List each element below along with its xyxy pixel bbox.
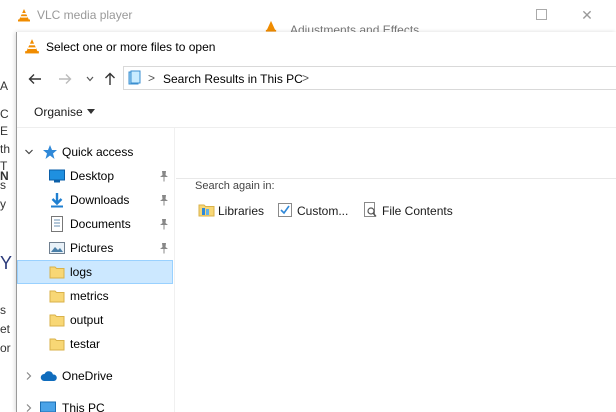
nav-item-metrics[interactable]: metrics [17,284,173,308]
arrow-left-icon [28,74,41,84]
pin-icon[interactable] [159,170,169,185]
address-separator[interactable]: > [148,71,155,85]
nav-item-label: output [70,313,104,327]
navigation-pane: Quick access Desktop Downloads Documents… [17,128,175,412]
nav-item-logs[interactable]: logs [17,260,173,284]
nav-item-label: Documents [70,217,131,231]
vlc-background-text-column: A C E th N T s y Y s et or [0,32,16,412]
documents-icon [49,216,65,235]
bg-text-fragment: s [0,303,6,317]
arrow-up-icon [105,72,115,85]
nav-item-label: Downloads [70,193,130,207]
bg-text-fragment: et [0,322,11,336]
custom-icon [277,202,293,221]
bg-text-fragment: s [0,178,6,192]
chevron-down-icon[interactable] [87,109,95,114]
nav-item-label: Desktop [70,169,115,183]
download-icon [49,192,65,211]
folder-icon [49,336,65,355]
bg-text-fragment: Y [0,253,13,273]
cloud-icon [40,368,58,387]
nav-item-label: metrics [70,289,109,303]
nav-item-label: This PC [62,401,105,412]
chevron-right-icon [26,404,32,412]
vlc-titlebar: VLC media player Adjustments and Effects… [0,0,616,37]
address-separator[interactable]: > [302,71,309,85]
bg-text-fragment: C [0,107,9,121]
forward-button[interactable] [56,70,74,88]
nav-item-label: Pictures [70,241,114,255]
folder-icon [49,312,65,331]
search-again-label: Search again in: [195,180,275,192]
bg-text-fragment: A [0,79,9,93]
dialog-titlebar: Select one or more files to open [17,32,616,62]
nav-item-testar[interactable]: testar [17,332,173,356]
nav-item-downloads[interactable]: Downloads [17,188,173,212]
open-file-dialog: Select one or more files to open > Searc… [16,32,616,412]
search-results-icon [127,70,143,89]
dialog-title: Select one or more files to open [46,40,216,54]
link-label: File Contents [382,204,453,218]
nav-item-label: Quick access [62,145,134,159]
computer-icon [40,400,56,412]
folder-icon [49,264,65,283]
chevron-down-icon [25,149,33,155]
nav-item-output[interactable]: output [17,308,173,332]
address-bar[interactable]: > Search Results in This PC > [123,66,616,90]
bg-text-fragment: T [0,159,8,173]
nav-item-label: testar [70,337,101,351]
nav-item-documents[interactable]: Documents [17,212,173,236]
chevron-down-icon [86,76,94,82]
folder-icon [49,288,65,307]
nav-item-label: logs [70,265,93,279]
pin-icon[interactable] [159,218,169,233]
nav-item-label: OneDrive [62,369,113,383]
vlc-cone-icon [24,38,40,57]
command-bar: Organise [17,96,616,128]
desktop-icon [49,168,65,187]
nav-item-quick-access[interactable]: Quick access [17,140,173,164]
nav-item-pictures[interactable]: Pictures [17,236,173,260]
libraries-icon [198,202,216,221]
results-pane: Search again in: Libraries Custom... Fil… [176,128,616,412]
divider [176,178,616,179]
bg-text-fragment: th [0,142,11,156]
nav-item-onedrive[interactable]: OneDrive [17,364,173,388]
maximize-button[interactable] [533,6,551,24]
nav-item-this-pc[interactable]: This PC [17,396,173,412]
pin-icon[interactable] [159,242,169,257]
up-button[interactable] [101,70,119,88]
bg-text-fragment: y [0,197,6,211]
bg-text-fragment: or [0,341,11,355]
pin-icon[interactable] [159,194,169,209]
back-button[interactable] [26,70,44,88]
file-contents-icon [362,202,378,221]
vlc-window-title: VLC media player [37,8,133,22]
close-button[interactable]: ✕ [578,6,596,24]
chevron-right-icon [26,372,32,380]
bg-text-fragment: E [0,124,9,138]
organise-button[interactable]: Organise [34,105,83,119]
nav-item-desktop[interactable]: Desktop [17,164,173,188]
arrow-right-icon [59,74,72,84]
address-path[interactable]: Search Results in This PC [163,72,303,86]
pictures-icon [49,240,65,259]
vlc-cone-icon [17,8,31,25]
link-label: Custom... [297,204,349,218]
link-label: Libraries [218,204,265,218]
recent-locations-button[interactable] [81,70,99,88]
star-icon [42,144,58,163]
navigation-bar: > Search Results in This PC > [17,62,616,96]
